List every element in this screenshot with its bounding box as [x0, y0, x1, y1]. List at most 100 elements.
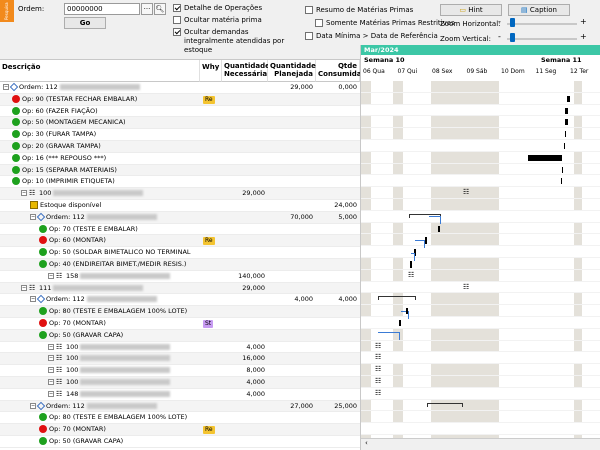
opt-ocultar-mp[interactable]: Ocultar matéria prima	[173, 16, 298, 25]
gantt-summary-bracket[interactable]	[427, 402, 463, 407]
table-row[interactable]: − ☷ 100 16,000	[0, 353, 360, 366]
table-row[interactable]: − ☷ 100 4,000	[0, 377, 360, 389]
table-row[interactable]: Estoque disponível 24,000	[0, 200, 360, 212]
order-input[interactable]: 00000000	[64, 3, 140, 15]
zoom-v-plus[interactable]: +	[580, 32, 587, 41]
table-row[interactable]: − ☷ 100 29,000	[0, 188, 360, 200]
collapse-icon[interactable]: −	[30, 213, 36, 220]
table-row[interactable]: Op: 30 (FURAR TAMPA)	[0, 129, 360, 141]
collapse-icon[interactable]: −	[21, 190, 27, 197]
collapse-icon[interactable]: −	[30, 402, 36, 409]
gantt-bar[interactable]	[406, 308, 408, 315]
opt-ocultar-demandas[interactable]: Ocultar demandas integralmente atendidas…	[173, 28, 298, 55]
collapse-icon[interactable]: −	[48, 379, 54, 385]
why-badge[interactable]: Re	[203, 95, 215, 104]
table-row[interactable]: − Ordem: 112 4,000 4,000	[0, 294, 360, 307]
table-row[interactable]: Op: 10 (IMPRIMIR ETIQUETA)	[0, 176, 360, 189]
material-icon[interactable]: ☷	[375, 389, 381, 397]
gantt-bar[interactable]	[564, 143, 565, 149]
table-row[interactable]: Op: 50 (SOLDAR BIMETALICO NO TERMINAL	[0, 247, 360, 259]
ellipsis-button[interactable]: ···	[141, 3, 153, 15]
zoom-h-plus[interactable]: +	[580, 17, 587, 26]
gantt-bar[interactable]	[561, 178, 562, 185]
gantt-bar[interactable]	[562, 166, 563, 173]
table-row[interactable]: − ☷ 158 140,000	[0, 271, 360, 283]
table-row[interactable]: Op: 15 (SEPARAR MATERIAIS)	[0, 164, 360, 177]
col-descricao[interactable]: Descrição	[0, 60, 200, 82]
gantt-bar[interactable]	[565, 107, 568, 114]
table-row[interactable]: Op: 70 (MONTAR) St	[0, 318, 360, 330]
table-row[interactable]: Op: 60 (MONTAR) Re	[0, 235, 360, 248]
col-quantidade-planejada[interactable]: Quantidade Planejada	[268, 60, 316, 82]
table-row[interactable]: − Ordem: 112 29,000 0,000	[0, 82, 360, 94]
gantt-bar[interactable]	[438, 225, 440, 232]
opt-somente[interactable]: Somente Matérias Primas Restritivas	[305, 19, 455, 28]
material-icon[interactable]: ☷	[375, 353, 381, 361]
table-row[interactable]: Op: 80 (TESTE E EMBALAGEM 100% LOTE)	[0, 412, 360, 425]
table-row[interactable]: Op: 70 (TESTE E EMBALAR)	[0, 224, 360, 236]
gantt-bar[interactable]	[528, 154, 562, 161]
table-row[interactable]: Op: 40 (ENDIREITAR BIMET./MEDIR RESIS.)	[0, 259, 360, 271]
collapse-icon[interactable]: −	[21, 284, 27, 291]
tree-grid[interactable]: Descrição Why Quantidade Necessária Quan…	[0, 59, 360, 450]
collapse-icon[interactable]: −	[48, 272, 54, 279]
collapse-icon[interactable]: −	[48, 390, 54, 397]
checkbox[interactable]	[305, 6, 313, 14]
gantt-dependency-link[interactable]	[429, 215, 441, 224]
material-icon[interactable]: ☷	[408, 271, 414, 279]
search-button[interactable]: 🔍︎	[154, 3, 166, 15]
gantt-chart[interactable]: Mar/2024 Semana 10 Semana 11 06 Qua 07 Qu…	[361, 45, 600, 450]
checkbox[interactable]	[305, 32, 313, 40]
go-button[interactable]: Go	[64, 17, 106, 29]
table-row[interactable]: Op: 70 (MONTAR) Re	[0, 424, 360, 436]
zoom-horizontal-slider[interactable]	[507, 23, 577, 25]
table-row[interactable]: Op: 60 (FAZER FIAÇÃO)	[0, 106, 360, 118]
table-row[interactable]: − ☷ 111 29,000	[0, 282, 360, 295]
opt-resumo[interactable]: Resumo de Matérias Primas	[305, 6, 430, 15]
material-icon[interactable]: ☷	[463, 283, 469, 291]
checkbox[interactable]	[173, 28, 181, 36]
collapse-icon[interactable]: −	[48, 367, 54, 374]
table-row[interactable]: Op: 50 (GRAVAR CAPA)	[0, 329, 360, 342]
caption-button[interactable]: ▤ Caption	[508, 4, 570, 16]
side-tab[interactable]: Pesquisa	[0, 0, 14, 22]
table-row[interactable]: Op: 16 (*** REPOUSO ***)	[0, 153, 360, 165]
table-row[interactable]: − ☷ 100 8,000	[0, 365, 360, 377]
material-icon[interactable]: ☷	[375, 377, 381, 385]
col-qtde-consumida[interactable]: Qtde Consumida	[316, 60, 360, 82]
table-row[interactable]: − ☷ 100 4,000	[0, 342, 360, 354]
checkbox[interactable]	[315, 19, 323, 27]
collapse-icon[interactable]: −	[48, 343, 54, 350]
material-icon[interactable]: ☷	[463, 188, 469, 196]
splitter[interactable]	[360, 45, 361, 450]
gantt-summary-bracket[interactable]	[378, 296, 416, 301]
zoom-v-minus[interactable]: -	[498, 32, 501, 41]
checkbox[interactable]	[173, 16, 181, 24]
table-row[interactable]: Op: 50 (MONTAGEM MECANICA)	[0, 117, 360, 130]
gantt-scrollbar[interactable]: ‹	[361, 438, 600, 450]
gantt-bar[interactable]	[399, 320, 401, 326]
opt-detalhe[interactable]: Detalhe de Operações	[173, 4, 298, 13]
why-badge[interactable]: Re	[203, 237, 215, 246]
opt-data-minima[interactable]: Data Mínima > Data de Referência	[305, 32, 438, 41]
table-row[interactable]: − ☷ 148 4,000	[0, 389, 360, 401]
zoom-vertical-thumb[interactable]	[510, 33, 515, 42]
col-why[interactable]: Why	[200, 60, 222, 82]
gantt-bar[interactable]	[410, 261, 412, 268]
collapse-icon[interactable]: −	[48, 355, 54, 362]
gantt-bar[interactable]	[565, 131, 566, 138]
gantt-bar[interactable]	[565, 119, 568, 126]
zoom-h-minus[interactable]: -	[498, 17, 501, 26]
table-row[interactable]: Op: 50 (GRAVAR CAPA)	[0, 436, 360, 448]
gantt-bar[interactable]	[567, 95, 570, 102]
material-icon[interactable]: ☷	[375, 342, 381, 350]
col-quantidade-necessaria[interactable]: Quantidade Necessária	[222, 60, 270, 82]
why-badge[interactable]: St	[203, 320, 214, 328]
material-icon[interactable]: ☷	[375, 365, 381, 373]
zoom-horizontal-thumb[interactable]	[510, 18, 515, 27]
table-row[interactable]: − Ordem: 112 27,000 25,000	[0, 400, 360, 413]
gantt-dependency-link[interactable]	[378, 331, 400, 340]
gantt-dependency-link[interactable]	[415, 240, 425, 249]
table-row[interactable]: Op: 80 (TESTE E EMBALAGEM 100% LOTE)	[0, 306, 360, 318]
table-row[interactable]: Op: 20 (GRAVAR TAMPA)	[0, 141, 360, 153]
